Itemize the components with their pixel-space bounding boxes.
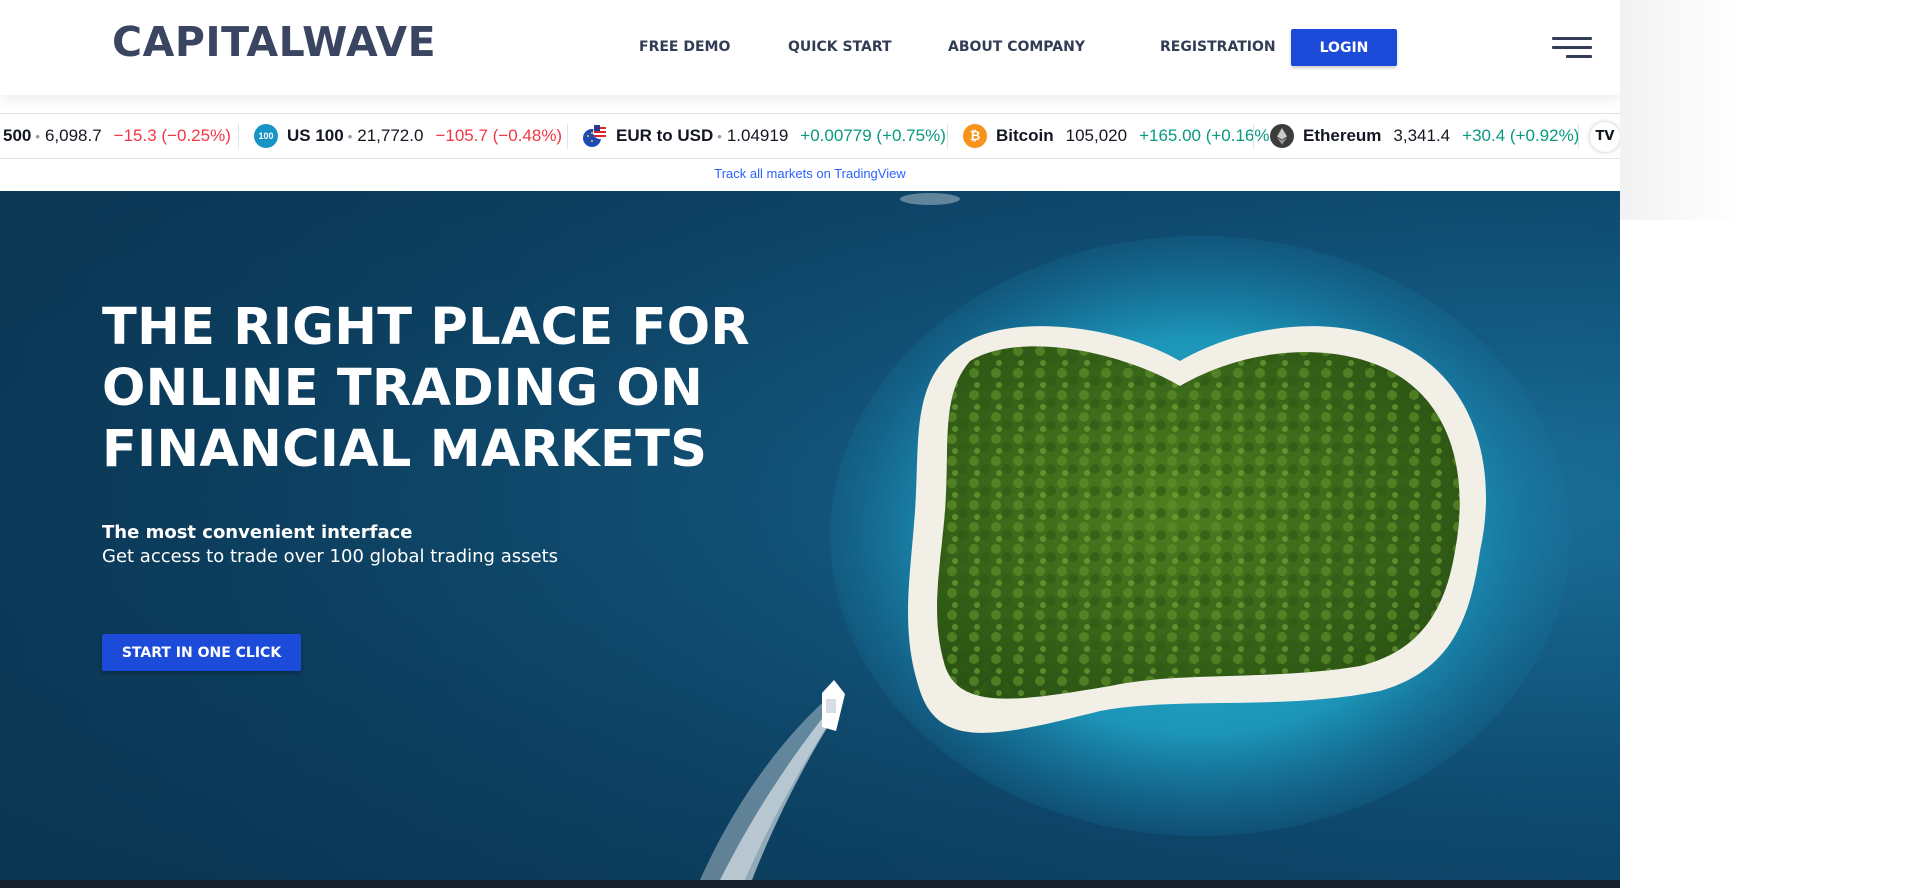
ticker-value: 1.04919 bbox=[726, 126, 789, 145]
ticker-value: 21,772.0 bbox=[357, 126, 424, 145]
hero-title: THE RIGHT PLACE FOR ONLINE TRADING ON FI… bbox=[102, 297, 802, 480]
nav-quick-start[interactable]: QUICK START bbox=[788, 38, 892, 56]
track-markets-link[interactable]: Track all markets on TradingView bbox=[0, 166, 1620, 181]
ticker-change: +165.00 (+0.16% bbox=[1139, 126, 1270, 145]
ticker-change: +30.4 (+0.92%) bbox=[1462, 126, 1580, 145]
hero-title-line: ONLINE TRADING ON bbox=[102, 359, 704, 418]
hero-subtitle: Get access to trade over 100 global trad… bbox=[102, 546, 559, 567]
ticker-change: +0.00779 (+0.75%) bbox=[800, 126, 946, 145]
ticker-value: 105,020 bbox=[1065, 126, 1128, 145]
ticker-divider bbox=[1578, 124, 1579, 149]
page: CAPITALWAVE FREE DEMO QUICK START ABOUT … bbox=[0, 0, 1620, 888]
ticker-item[interactable]: ₿ Bitcoin 105,020 +165.00 (+0.16% bbox=[963, 114, 1270, 158]
nav-registration[interactable]: REGISTRATION bbox=[1160, 38, 1276, 56]
ticker-dot: • bbox=[717, 128, 722, 144]
hero-section: THE RIGHT PLACE FOR ONLINE TRADING ON FI… bbox=[0, 191, 1620, 880]
us100-icon: 100 bbox=[254, 124, 278, 148]
ticker-divider bbox=[1253, 124, 1254, 149]
footer-strip bbox=[0, 880, 1620, 888]
ticker-item[interactable]: Ethereum 3,341.4 +30.4 (+0.92%) bbox=[1270, 114, 1579, 158]
tradingview-logo-icon[interactable]: TV bbox=[1590, 122, 1620, 152]
ticker-symbol: US 100 bbox=[287, 126, 344, 145]
ticker-change: −15.3 (−0.25%) bbox=[113, 126, 231, 145]
hamburger-menu-icon[interactable] bbox=[1548, 36, 1592, 60]
site-logo[interactable]: CAPITALWAVE bbox=[112, 22, 436, 63]
hero-title-line: FINANCIAL MARKETS bbox=[102, 420, 708, 479]
start-in-one-click-button[interactable]: START IN ONE CLICK bbox=[102, 634, 301, 671]
ticker-item[interactable]: 500 • 6,098.7 −15.3 (−0.25%) bbox=[3, 114, 231, 158]
ethereum-icon bbox=[1270, 124, 1294, 148]
bitcoin-icon: ₿ bbox=[963, 124, 987, 148]
eu-us-flag-icon bbox=[583, 124, 607, 148]
ticker-item[interactable]: 100 US 100 • 21,772.0 −105.7 (−0.48%) bbox=[254, 114, 562, 158]
ticker-change: −105.7 (−0.48%) bbox=[435, 126, 563, 145]
ticker-symbol: EUR to USD bbox=[616, 126, 714, 145]
ticker-symbol: Bitcoin bbox=[996, 126, 1054, 145]
nav-free-demo[interactable]: FREE DEMO bbox=[639, 38, 730, 56]
ticker-symbol: Ethereum bbox=[1303, 126, 1382, 145]
nav-about-company[interactable]: ABOUT COMPANY bbox=[948, 38, 1085, 56]
ticker-symbol: 500 bbox=[3, 126, 32, 145]
ticker-value: 6,098.7 bbox=[44, 126, 102, 145]
ticker-value: 3,341.4 bbox=[1393, 126, 1451, 145]
ticker-divider bbox=[947, 124, 948, 149]
hero-title-line: THE RIGHT PLACE FOR bbox=[102, 298, 750, 357]
login-button[interactable]: LOGIN bbox=[1291, 29, 1397, 66]
page-edge-shadow bbox=[1620, 0, 1740, 220]
site-header: CAPITALWAVE FREE DEMO QUICK START ABOUT … bbox=[0, 0, 1620, 95]
ticker-item[interactable]: EUR to USD • 1.04919 +0.00779 (+0.75%) bbox=[583, 114, 946, 158]
ticker-divider bbox=[567, 124, 568, 149]
ticker-dot: • bbox=[35, 128, 40, 144]
ticker-divider bbox=[238, 124, 239, 149]
market-ticker: 500 • 6,098.7 −15.3 (−0.25%) 100 US 100 … bbox=[0, 113, 1620, 159]
ticker-dot: • bbox=[347, 128, 353, 144]
hero-subtitle-strong: The most convenient interface bbox=[102, 522, 413, 543]
